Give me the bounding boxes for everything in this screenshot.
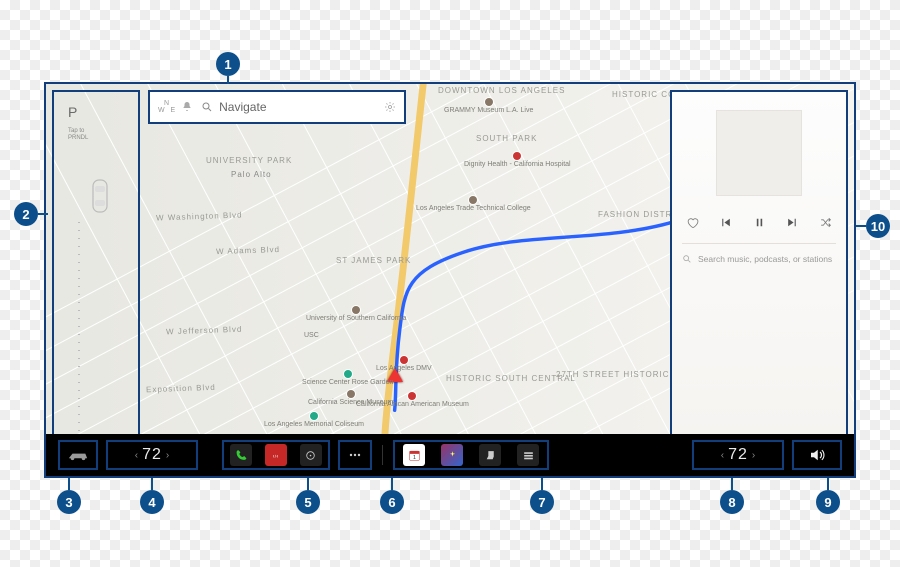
bell-icon — [181, 101, 193, 113]
callout-6: 6 — [380, 490, 404, 514]
quick-apps-left: ι♪ι — [222, 440, 330, 470]
volume-icon — [808, 446, 826, 464]
chevron-right-icon[interactable]: › — [162, 450, 173, 461]
phone-icon — [235, 449, 248, 462]
compass-icon: N W E — [158, 100, 175, 114]
callout-2: 2 — [14, 202, 38, 226]
callout-9: 9 — [816, 490, 840, 514]
more-icon — [347, 447, 363, 463]
favorite-icon[interactable] — [686, 216, 699, 229]
album-art — [716, 110, 802, 196]
gear-indicator: P — [68, 104, 77, 120]
music-icon: ι♪ι — [269, 449, 282, 462]
nav-search-placeholder: Navigate — [219, 100, 384, 114]
media-search[interactable]: Search music, podcasts, or stations — [682, 254, 836, 264]
left-temp-control[interactable]: ‹ 72 › — [106, 440, 198, 470]
map-label: DOWNTOWN LOS ANGELES — [438, 86, 565, 95]
poi: Science Center Rose Garden — [302, 370, 393, 386]
circle-icon — [304, 449, 317, 462]
chevron-left-icon[interactable]: ‹ — [131, 450, 142, 461]
right-temp-value: 72 — [728, 446, 748, 464]
map-label: SOUTH PARK — [476, 134, 537, 143]
pause-icon[interactable] — [753, 216, 766, 229]
callout-1: 1 — [216, 52, 240, 76]
car-side-icon — [67, 450, 89, 461]
quick-apps-right: 1 — [393, 440, 549, 470]
all-apps-button[interactable] — [517, 444, 539, 466]
gear-icon[interactable] — [384, 101, 396, 113]
callout-lead — [227, 76, 229, 84]
next-track-icon[interactable] — [786, 216, 799, 229]
callout-10: 10 — [866, 214, 890, 238]
poi: GRAMMY Museum L.A. Live — [444, 98, 533, 114]
calendar-icon: 1 — [408, 449, 421, 462]
map-label: ST JAMES PARK — [336, 256, 411, 265]
divider — [682, 243, 836, 244]
speed-ticks — [78, 222, 80, 442]
poi: University of Southern California — [306, 306, 406, 322]
gallery-button[interactable] — [441, 444, 463, 466]
left-temp-value: 72 — [142, 446, 162, 464]
calendar-button[interactable]: 1 — [403, 444, 425, 466]
search-icon — [201, 101, 213, 113]
map-label: Palo Alto — [231, 170, 272, 179]
car-controls-button[interactable] — [58, 440, 98, 470]
grid-icon — [522, 449, 535, 462]
poi: Los Angeles DMV — [376, 356, 432, 372]
radio-button[interactable]: ι♪ι — [265, 444, 287, 466]
shuffle-icon[interactable] — [819, 216, 832, 229]
callout-4: 4 — [140, 490, 164, 514]
poi: Los Angeles Memorial Coliseum — [264, 412, 364, 428]
prev-track-icon[interactable] — [719, 216, 732, 229]
callout-lead — [856, 225, 866, 227]
callout-lead — [307, 478, 309, 490]
chevron-right-icon[interactable]: › — [748, 450, 759, 461]
callout-3: 3 — [57, 490, 81, 514]
callout-lead — [38, 213, 48, 215]
callout-lead — [541, 478, 543, 490]
media-search-placeholder: Search music, podcasts, or stations — [698, 254, 832, 264]
app-launcher-button[interactable] — [338, 440, 372, 470]
volume-button[interactable] — [792, 440, 842, 470]
callout-lead — [391, 478, 393, 490]
bottom-dock: ‹ 72 › ι♪ι 1 — [46, 434, 854, 476]
touchscreen-frame: DOWNTOWN LOS ANGELES SOUTH PARK UNIVERSI… — [44, 82, 856, 478]
dock-divider — [382, 445, 383, 465]
status-strip[interactable]: P Tap to PRNDL Regenerative Braking — [52, 90, 140, 458]
svg-text:ι♪ι: ι♪ι — [274, 454, 279, 459]
car-top-icon — [90, 178, 110, 214]
callout-5: 5 — [296, 490, 320, 514]
poi: Los Angeles Trade Technical College — [416, 196, 531, 212]
poi: California African American Museum — [356, 392, 469, 408]
callout-lead — [151, 478, 153, 490]
callout-8: 8 — [720, 490, 744, 514]
nav-search-bar[interactable]: N W E Navigate — [148, 90, 406, 124]
map-label: UNIVERSITY PARK — [206, 156, 292, 165]
phone-button[interactable] — [230, 444, 252, 466]
search-icon — [682, 254, 692, 264]
media-controls — [682, 216, 836, 229]
tap-label: Tap to PRNDL — [68, 128, 88, 141]
poi: Dignity Health - California Hospital — [464, 152, 571, 168]
seat-icon — [484, 449, 497, 462]
right-temp-control[interactable]: ‹ 72 › — [692, 440, 784, 470]
callout-7: 7 — [530, 490, 554, 514]
callout-lead — [68, 478, 70, 490]
media-panel[interactable]: Search music, podcasts, or stations — [670, 90, 848, 438]
callout-lead — [827, 478, 829, 490]
svg-text:1: 1 — [412, 454, 415, 460]
poi: USC — [304, 332, 319, 339]
energy-button[interactable] — [300, 444, 322, 466]
callout-lead — [731, 478, 733, 490]
chevron-left-icon[interactable]: ‹ — [717, 450, 728, 461]
sparkle-icon — [446, 449, 459, 462]
seat-button[interactable] — [479, 444, 501, 466]
